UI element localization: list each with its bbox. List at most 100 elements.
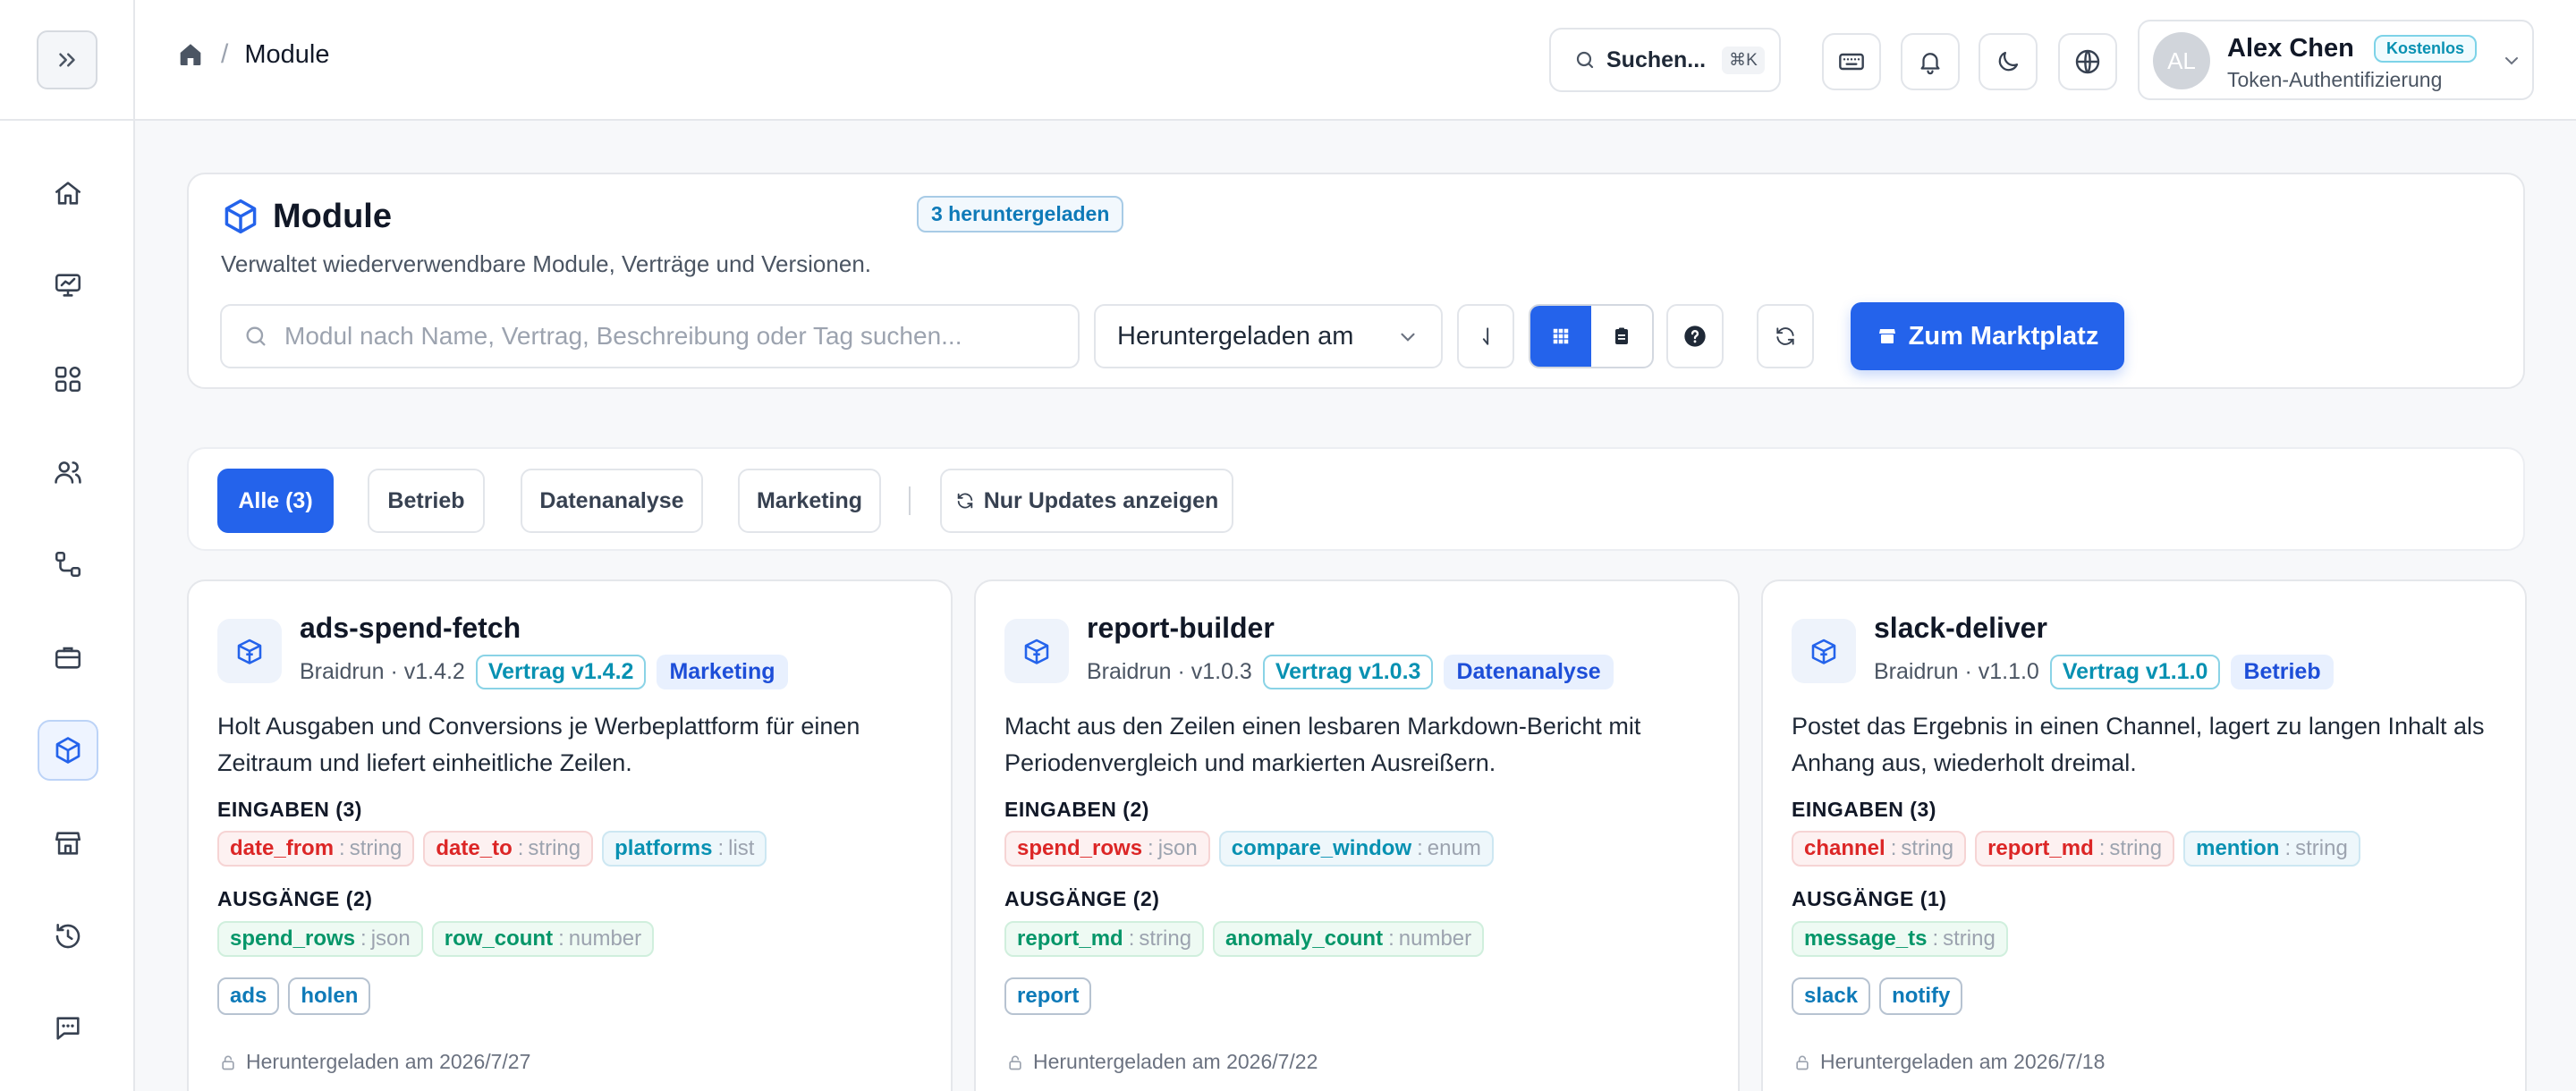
- module-card[interactable]: report-builder Braidrun · v1.0.3 Vertrag v…: [974, 579, 1740, 1091]
- downloaded-info: Heruntergeladen am 2026/7/18: [1793, 1050, 2105, 1074]
- sort-direction-icon: [1482, 327, 1489, 345]
- output-type: number: [1398, 926, 1472, 951]
- breadcrumb-separator: /: [221, 39, 229, 69]
- home-icon: [55, 182, 81, 205]
- chat-icon: [56, 1017, 80, 1040]
- filter-datenanalyse[interactable]: Datenanalyse: [521, 469, 703, 533]
- list-view-button[interactable]: [1591, 306, 1652, 367]
- sidebar-item-dashboard[interactable]: [38, 255, 98, 316]
- module-tag[interactable]: ads: [217, 977, 280, 1015]
- inputs-list: spend_rows: json compare_window: enum: [1004, 831, 1494, 867]
- filter-marketing[interactable]: Marketing: [738, 469, 881, 533]
- module-name[interactable]: slack-deliver: [1874, 612, 2047, 645]
- sidebar-item-jobs[interactable]: [38, 627, 98, 688]
- filter-all[interactable]: Alle (3): [217, 469, 334, 533]
- sidebar-item-chat[interactable]: [38, 998, 98, 1059]
- theme-toggle-button[interactable]: [1979, 33, 2038, 90]
- page-title-row: Module: [221, 197, 392, 236]
- input-type: json: [1157, 836, 1198, 860]
- sidebar-item-apps[interactable]: [38, 349, 98, 410]
- sort-select[interactable]: Heruntergeladen am: [1094, 304, 1443, 368]
- output-type: string: [1943, 926, 1996, 951]
- users-icon: [55, 461, 81, 484]
- input-colon: :: [1417, 836, 1423, 860]
- sidebar-item-users[interactable]: [38, 442, 98, 503]
- auth-method: Token-Authentifizierung: [2227, 68, 2443, 91]
- output-type: string: [1139, 926, 1192, 951]
- module-tag[interactable]: slack: [1792, 977, 1871, 1015]
- input-colon: :: [2284, 836, 2292, 860]
- module-tag[interactable]: report: [1004, 977, 1092, 1015]
- input-colon: :: [2098, 836, 2106, 860]
- input-chip: mention: string: [2183, 831, 2360, 867]
- notifications-button[interactable]: [1901, 33, 1960, 90]
- input-chip: report_md: string: [1975, 831, 2175, 867]
- module-search-input[interactable]: Modul nach Name, Vertrag, Beschreibung o…: [220, 304, 1080, 368]
- updates-only-toggle[interactable]: Nur Updates anzeigen: [940, 469, 1233, 533]
- sidebar-item-history[interactable]: [38, 906, 98, 967]
- view-mode-toggle: [1529, 304, 1654, 368]
- input-chip: compare_window: enum: [1218, 831, 1494, 867]
- sort-direction-button[interactable]: [1457, 304, 1514, 368]
- module-icon: [1004, 619, 1069, 683]
- marketplace-button[interactable]: Zum Marktplatz: [1851, 302, 2124, 370]
- home-icon[interactable]: [176, 40, 205, 69]
- module-version: v1.0.3: [1191, 659, 1252, 684]
- search-icon: [246, 326, 266, 346]
- module-card[interactable]: ads-spend-fetch Braidrun · v1.4.2 Vertrag …: [187, 579, 953, 1091]
- sidebar-item-workflows[interactable]: [38, 534, 98, 595]
- module-card[interactable]: slack-deliver Braidrun · v1.1.0 Vertrag v1…: [1761, 579, 2527, 1091]
- tags-list: slack notify: [1792, 977, 1963, 1015]
- input-chip: channel: string: [1792, 831, 1967, 867]
- output-chip: row_count: number: [431, 921, 655, 957]
- clipboard-list-icon: [1615, 327, 1628, 344]
- module-meta: Braidrun · v1.1.0 Vertrag v1.1.0 Betrieb: [1874, 655, 2334, 689]
- expand-sidebar-button[interactable]: [36, 30, 97, 89]
- category-filter-bar: Alle (3) Betrieb Datenanalyse Marketing …: [187, 447, 2525, 551]
- input-type: string: [1901, 836, 1954, 860]
- search-label: Suchen...: [1606, 47, 1707, 72]
- downloaded-date: Heruntergeladen am 2026/7/18: [1820, 1050, 2106, 1073]
- module-publisher: Braidrun: [1087, 659, 1172, 684]
- sidebar-item-modules[interactable]: [38, 720, 98, 781]
- module-version: v1.4.2: [403, 659, 465, 684]
- modules-overview-card: Module 3 heruntergeladen Verwaltet wiede…: [187, 173, 2525, 389]
- module-name[interactable]: report-builder: [1087, 612, 1275, 645]
- output-name: anomaly_count: [1225, 926, 1384, 951]
- grid-view-button[interactable]: [1530, 306, 1591, 367]
- outputs-list: message_ts: string: [1792, 921, 2008, 957]
- tags-list: report: [1004, 977, 1092, 1015]
- help-button[interactable]: [1666, 304, 1724, 368]
- output-colon: :: [360, 926, 367, 951]
- keyboard-shortcuts-button[interactable]: [1822, 33, 1881, 90]
- module-tag[interactable]: notify: [1879, 977, 1963, 1015]
- module-tag[interactable]: holen: [288, 977, 371, 1015]
- output-chip: message_ts: string: [1792, 921, 2008, 957]
- global-search-button[interactable]: Suchen... ⌘K: [1549, 28, 1781, 92]
- contract-badge: Vertrag v1.0.3: [1262, 655, 1434, 689]
- workflow-icon: [55, 551, 81, 578]
- sort-select-value: Heruntergeladen am: [1117, 321, 1354, 351]
- module-publisher-version: Braidrun · v1.1.0: [1874, 659, 2039, 685]
- module-name[interactable]: ads-spend-fetch: [300, 612, 521, 645]
- module-publisher-version: Braidrun · v1.4.2: [300, 659, 465, 685]
- language-button[interactable]: [2058, 33, 2117, 90]
- package-icon: [1024, 639, 1049, 664]
- refresh-button[interactable]: [1757, 304, 1814, 368]
- downloaded-count-badge: 3 heruntergeladen: [917, 196, 1124, 233]
- outputs-list: spend_rows: json row_count: number: [217, 921, 655, 957]
- filter-datenanalyse-label: Datenanalyse: [539, 487, 684, 513]
- output-name: spend_rows: [230, 926, 356, 951]
- input-type: string: [528, 836, 581, 860]
- sidebar-item-home[interactable]: [38, 163, 98, 224]
- page-subtitle: Verwaltet wiederverwendbare Module, Vert…: [221, 250, 871, 277]
- downloaded-date: Heruntergeladen am 2026/7/22: [1033, 1050, 1318, 1073]
- outputs-heading: AUSGÄNGE (1): [1792, 887, 1947, 910]
- filter-betrieb[interactable]: Betrieb: [368, 469, 485, 533]
- category-badge: Datenanalyse: [1444, 655, 1614, 689]
- app-root: / Module Suchen... ⌘K AL Alex Chen Koste…: [0, 0, 2576, 1091]
- inputs-heading: EINGABEN (2): [1004, 798, 1149, 821]
- package-icon: [1811, 639, 1836, 664]
- user-menu[interactable]: AL Alex Chen Kostenlos Token-Authentifiz…: [2138, 20, 2534, 100]
- sidebar-item-store[interactable]: [38, 813, 98, 874]
